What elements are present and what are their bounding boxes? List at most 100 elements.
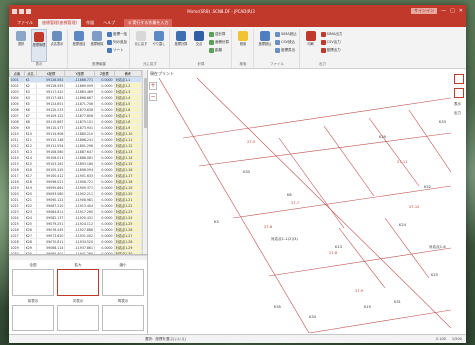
table-cell[interactable]: 1030 xyxy=(9,250,25,254)
save-icon[interactable] xyxy=(12,8,17,14)
drawing-label[interactable]: K33 xyxy=(439,120,446,124)
view-thumbnail[interactable]: 次表示 xyxy=(57,299,99,331)
tab-help[interactable]: ヘルプ xyxy=(99,19,119,27)
signin-button[interactable]: サインイン xyxy=(411,8,438,14)
status-message: 選択：座標を選ぶ(いいえ) xyxy=(145,336,187,341)
parcel-line[interactable] xyxy=(268,247,451,277)
parcel-line[interactable] xyxy=(384,217,430,279)
drawing-label[interactable]: 27-5 xyxy=(247,140,255,144)
drawing-label[interactable]: 27-8 xyxy=(329,251,338,255)
table-row[interactable]: 1030 K30 59065.401 -11941.280 0.0000 対応点1-30 xyxy=(9,250,143,254)
coordinate-manage-button[interactable]: 座標管理 xyxy=(31,29,47,62)
parcel-line[interactable] xyxy=(338,227,386,289)
drawing-label[interactable]: 対応点1-6 xyxy=(429,244,446,249)
load-coordinate-button[interactable]: 座標読込 xyxy=(257,29,273,62)
drawing-label[interactable]: 対応点1-1(2)(3) xyxy=(271,236,298,241)
drawing-label[interactable]: K35 xyxy=(274,305,281,309)
drawing-label[interactable]: K8 xyxy=(287,193,292,197)
thumbnail-preview[interactable] xyxy=(57,304,99,331)
status-bar: 選択：座標を選ぶ(いいえ) 0.100 1/500 xyxy=(9,334,466,343)
drawing-label[interactable]: K34 xyxy=(309,315,317,319)
sima-load-button[interactable]: SIMA読込 xyxy=(275,30,297,38)
thumbnail-preview[interactable] xyxy=(102,304,144,331)
parcel-line[interactable] xyxy=(198,132,451,167)
search-button[interactable]: 検索 xyxy=(235,29,251,62)
print-button[interactable]: 印刷 xyxy=(303,29,319,62)
parcel-line[interactable] xyxy=(232,185,451,219)
csv-output-button[interactable]: CSV出力 xyxy=(320,38,343,46)
coordinate-output-button[interactable]: 座標出力 xyxy=(320,46,343,54)
table-cell[interactable]: 0.0000 xyxy=(94,250,115,254)
close-icon[interactable]: ✕ xyxy=(459,8,463,14)
parcel-line[interactable] xyxy=(308,309,451,333)
thumbnail-preview[interactable] xyxy=(12,269,54,296)
view-thumbnail[interactable]: 縮小 xyxy=(102,263,144,296)
thumbnail-preview[interactable] xyxy=(102,269,144,296)
table-vertical-scrollbar[interactable] xyxy=(142,70,147,254)
minimize-icon[interactable]: — xyxy=(441,8,446,14)
scrollbar-thumb[interactable] xyxy=(144,78,147,128)
parcel-drawing[interactable]: 27-527-627-727-827-927-1027-1127-12K3K8K… xyxy=(159,78,451,333)
intersection-button[interactable]: 交点 xyxy=(191,29,207,62)
parcel-line[interactable] xyxy=(159,78,310,333)
area-button[interactable]: 面積計算 xyxy=(209,38,229,46)
view-thumbnail[interactable]: 拡大 xyxy=(57,263,99,296)
tab-coordinate[interactable]: 座標管理(座標管理) xyxy=(38,19,82,27)
add-column-button[interactable]: 列の追加 xyxy=(107,38,127,46)
drawing-label[interactable]: K31 xyxy=(394,300,401,304)
zoom-in-button[interactable]: + xyxy=(149,82,157,90)
inverse-button[interactable]: 逆計算 xyxy=(209,30,229,38)
parcel-line[interactable] xyxy=(368,117,420,187)
tab-draw[interactable]: 作図 xyxy=(82,19,98,27)
drawing-label[interactable]: K3 xyxy=(214,220,219,224)
bulk-button[interactable]: 座標一括 xyxy=(107,30,127,38)
drawing-label[interactable]: K13 xyxy=(335,245,342,249)
drawing-label[interactable]: 27-11 xyxy=(397,160,407,164)
drawing-label[interactable]: K19 xyxy=(364,305,372,309)
redo-button[interactable]: やり直し xyxy=(151,29,167,62)
add-coordinate-button[interactable]: 座標追加 xyxy=(71,29,87,62)
table-cell[interactable]: 対応点1-30 xyxy=(114,250,143,254)
redo-icon xyxy=(154,31,164,41)
undo-icon[interactable] xyxy=(19,8,24,14)
point-name-button[interactable]: 点名表示 xyxy=(49,29,65,62)
csv-load-button[interactable]: CSV読込 xyxy=(275,38,297,46)
zoom-out-button[interactable]: − xyxy=(149,93,157,101)
layer-button[interactable] xyxy=(454,74,464,84)
distance-button[interactable]: 距離 xyxy=(209,46,229,54)
coordinate-calc-button[interactable]: 座標計算 xyxy=(173,29,189,62)
display-button[interactable] xyxy=(454,88,464,98)
drawing-label[interactable]: 27-6 xyxy=(264,225,273,229)
canvas-header: 現在プリント xyxy=(150,71,174,76)
drawing-label[interactable]: 27-9 xyxy=(355,289,364,293)
drawing-label[interactable]: K32 xyxy=(424,185,431,189)
thumbnail-preview[interactable] xyxy=(57,269,99,296)
undo-button[interactable]: 元に戻す xyxy=(133,29,149,62)
printer-icon xyxy=(305,31,316,41)
drawing-canvas[interactable]: 現在プリント + − 表示 出力 27-5 27-6 27-7 27-8 27-9 27-… xyxy=(148,70,466,334)
maximize-icon[interactable]: □ xyxy=(450,8,455,14)
drawing-label[interactable]: K30 xyxy=(243,170,251,174)
drawing-label[interactable]: K29 xyxy=(379,135,387,139)
select-button[interactable]: 選択 xyxy=(13,29,29,62)
table-cell[interactable]: -11941.280 xyxy=(64,250,95,254)
table-cell[interactable]: K30 xyxy=(24,250,38,254)
view-thumbnail[interactable]: 再表示 xyxy=(102,299,144,331)
tab-file[interactable]: ファイル xyxy=(13,19,37,27)
tell-me-search[interactable]: ♀ 実行する作業を入力 xyxy=(124,19,173,27)
drawing-label[interactable]: 27-7 xyxy=(291,201,299,205)
view-thumbnail[interactable]: 前表示 xyxy=(12,299,54,331)
view-thumbnail[interactable]: 全図 xyxy=(12,263,54,296)
sima-output-button[interactable]: SIMA出力 xyxy=(320,30,342,38)
table-cell[interactable]: 59065.401 xyxy=(36,250,66,254)
drawing-label[interactable]: K24 xyxy=(399,223,407,227)
thumbnail-preview[interactable] xyxy=(12,304,54,331)
calc-icon xyxy=(176,31,186,41)
sort-button[interactable]: ソート xyxy=(107,46,127,54)
app-window: Mirror(SR8) .SCN8.DF - JPCAD(R)3 サインイン —… xyxy=(9,5,466,343)
delete-coordinate-button[interactable]: 座標削除 xyxy=(89,29,105,62)
export-button[interactable]: 座標書出 xyxy=(275,46,297,54)
parcel-line[interactable] xyxy=(323,125,375,197)
drawing-label[interactable]: K25 xyxy=(431,273,438,277)
drawing-label[interactable]: 27-12 xyxy=(409,205,419,209)
